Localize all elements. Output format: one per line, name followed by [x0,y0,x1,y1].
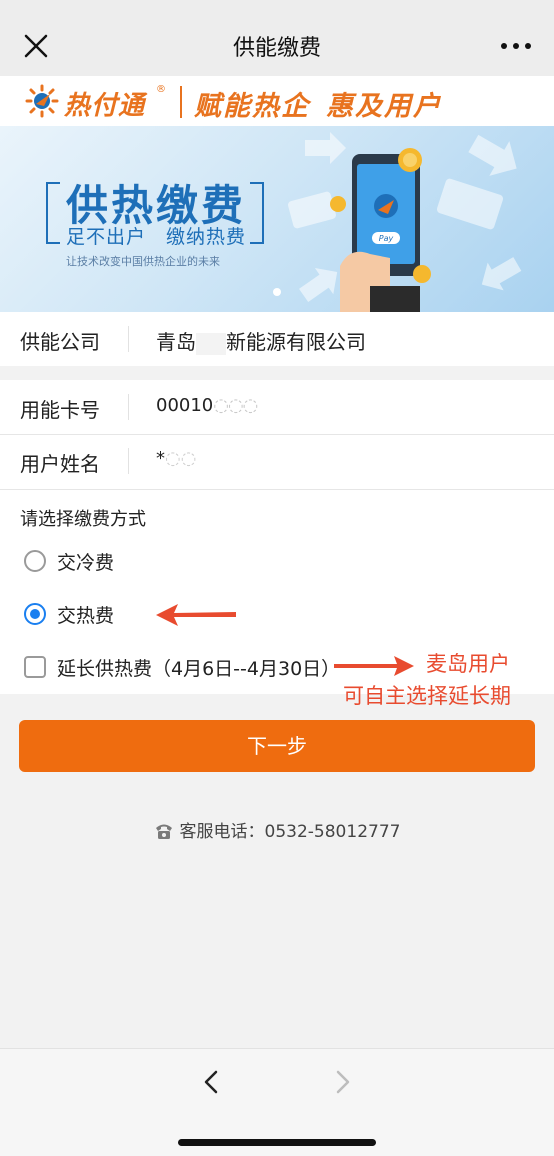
telephone-icon [154,822,174,845]
brand-divider [180,86,182,118]
card-number-text: 00010 [156,395,214,416]
radio-cooling-fee[interactable] [24,550,46,572]
card-number-value[interactable]: 00010◌◌◌ [156,395,258,416]
company-value-suffix: 新能源有限公司 [226,330,366,354]
browser-bottom-bar [0,1048,554,1156]
row-divider [128,326,129,352]
pay-label: Pay [379,234,394,243]
company-value-prefix: 青岛 [156,330,196,354]
banner-tagline: 让技术改变中国供热企业的未来 [66,255,220,268]
divider [0,489,554,490]
next-step-button[interactable]: 下一步 [19,720,535,772]
registered-mark: ® [156,84,166,95]
user-name-label: 用户姓名 [20,452,100,476]
option-cooling-fee[interactable]: 交冷费 [24,546,154,576]
brand-logo-icon [25,84,59,118]
slogan-part-1: 赋能热企 [194,91,310,122]
service-phone-text: 客服电话：0532-58012777 [179,822,401,842]
promo-banner[interactable]: Pay 供热缴费 足不出户 缴纳热费 让技术改变中国供热企业的未来 [0,126,554,312]
nav-bar: 供能缴费 [0,0,554,76]
radio-heating-fee[interactable] [24,603,46,625]
back-icon[interactable] [196,1067,226,1097]
more-options-icon[interactable] [496,28,536,64]
bracket-right [250,182,264,244]
phone-illustration-icon: Pay [330,148,431,312]
bracket-left [46,182,60,244]
home-indicator [178,1139,376,1146]
user-name-text: * [156,448,165,469]
company-label: 供能公司 [20,330,100,354]
redacted-digits: ◌◌◌ [213,395,258,416]
annotation-arrow-right-icon [334,656,414,676]
card-number-row[interactable]: 用能卡号 00010◌◌◌ [0,380,554,434]
option-extended-heating[interactable]: 延长供热费（4月6日--4月30日） [24,652,340,682]
forward-icon[interactable] [328,1067,358,1097]
redacted-block [196,332,226,355]
option-heating-fee-label: 交热费 [57,605,115,627]
slogan-part-2: 惠及用户 [326,91,442,122]
checkbox-extended-heating[interactable] [24,656,46,678]
user-name-value: *◌◌ [156,448,196,469]
customer-service[interactable]: 客服电话：0532-58012777 [0,817,554,845]
payment-method-title: 请选择缴费方式 [20,509,146,530]
row-divider [128,448,129,474]
annotation-line-2: 可自主选择延长期 [343,684,511,708]
redacted-name: ◌◌ [165,448,197,469]
user-name-row: 用户姓名 *◌◌ [0,435,554,489]
page-title: 供能缴费 [232,36,321,61]
annotation-line-1: 麦岛用户 [426,652,510,676]
brand-name: 热付通 [64,91,146,121]
banner-subtitle: 足不出户 缴纳热费 [66,226,247,248]
row-divider [128,394,129,420]
option-cooling-fee-label: 交冷费 [57,552,115,574]
carousel-dot-active[interactable] [273,288,281,296]
brand-header: 热付通 ® 赋能热企 惠及用户 [0,76,554,126]
option-heating-fee[interactable]: 交热费 [24,599,154,629]
company-row: 供能公司 青岛 新能源有限公司 [0,312,554,366]
annotation-arrow-left-icon [156,604,236,626]
card-number-label: 用能卡号 [20,398,100,422]
option-extended-heating-label: 延长供热费（4月6日--4月30日） [57,658,341,680]
company-value: 青岛 新能源有限公司 [156,326,366,355]
